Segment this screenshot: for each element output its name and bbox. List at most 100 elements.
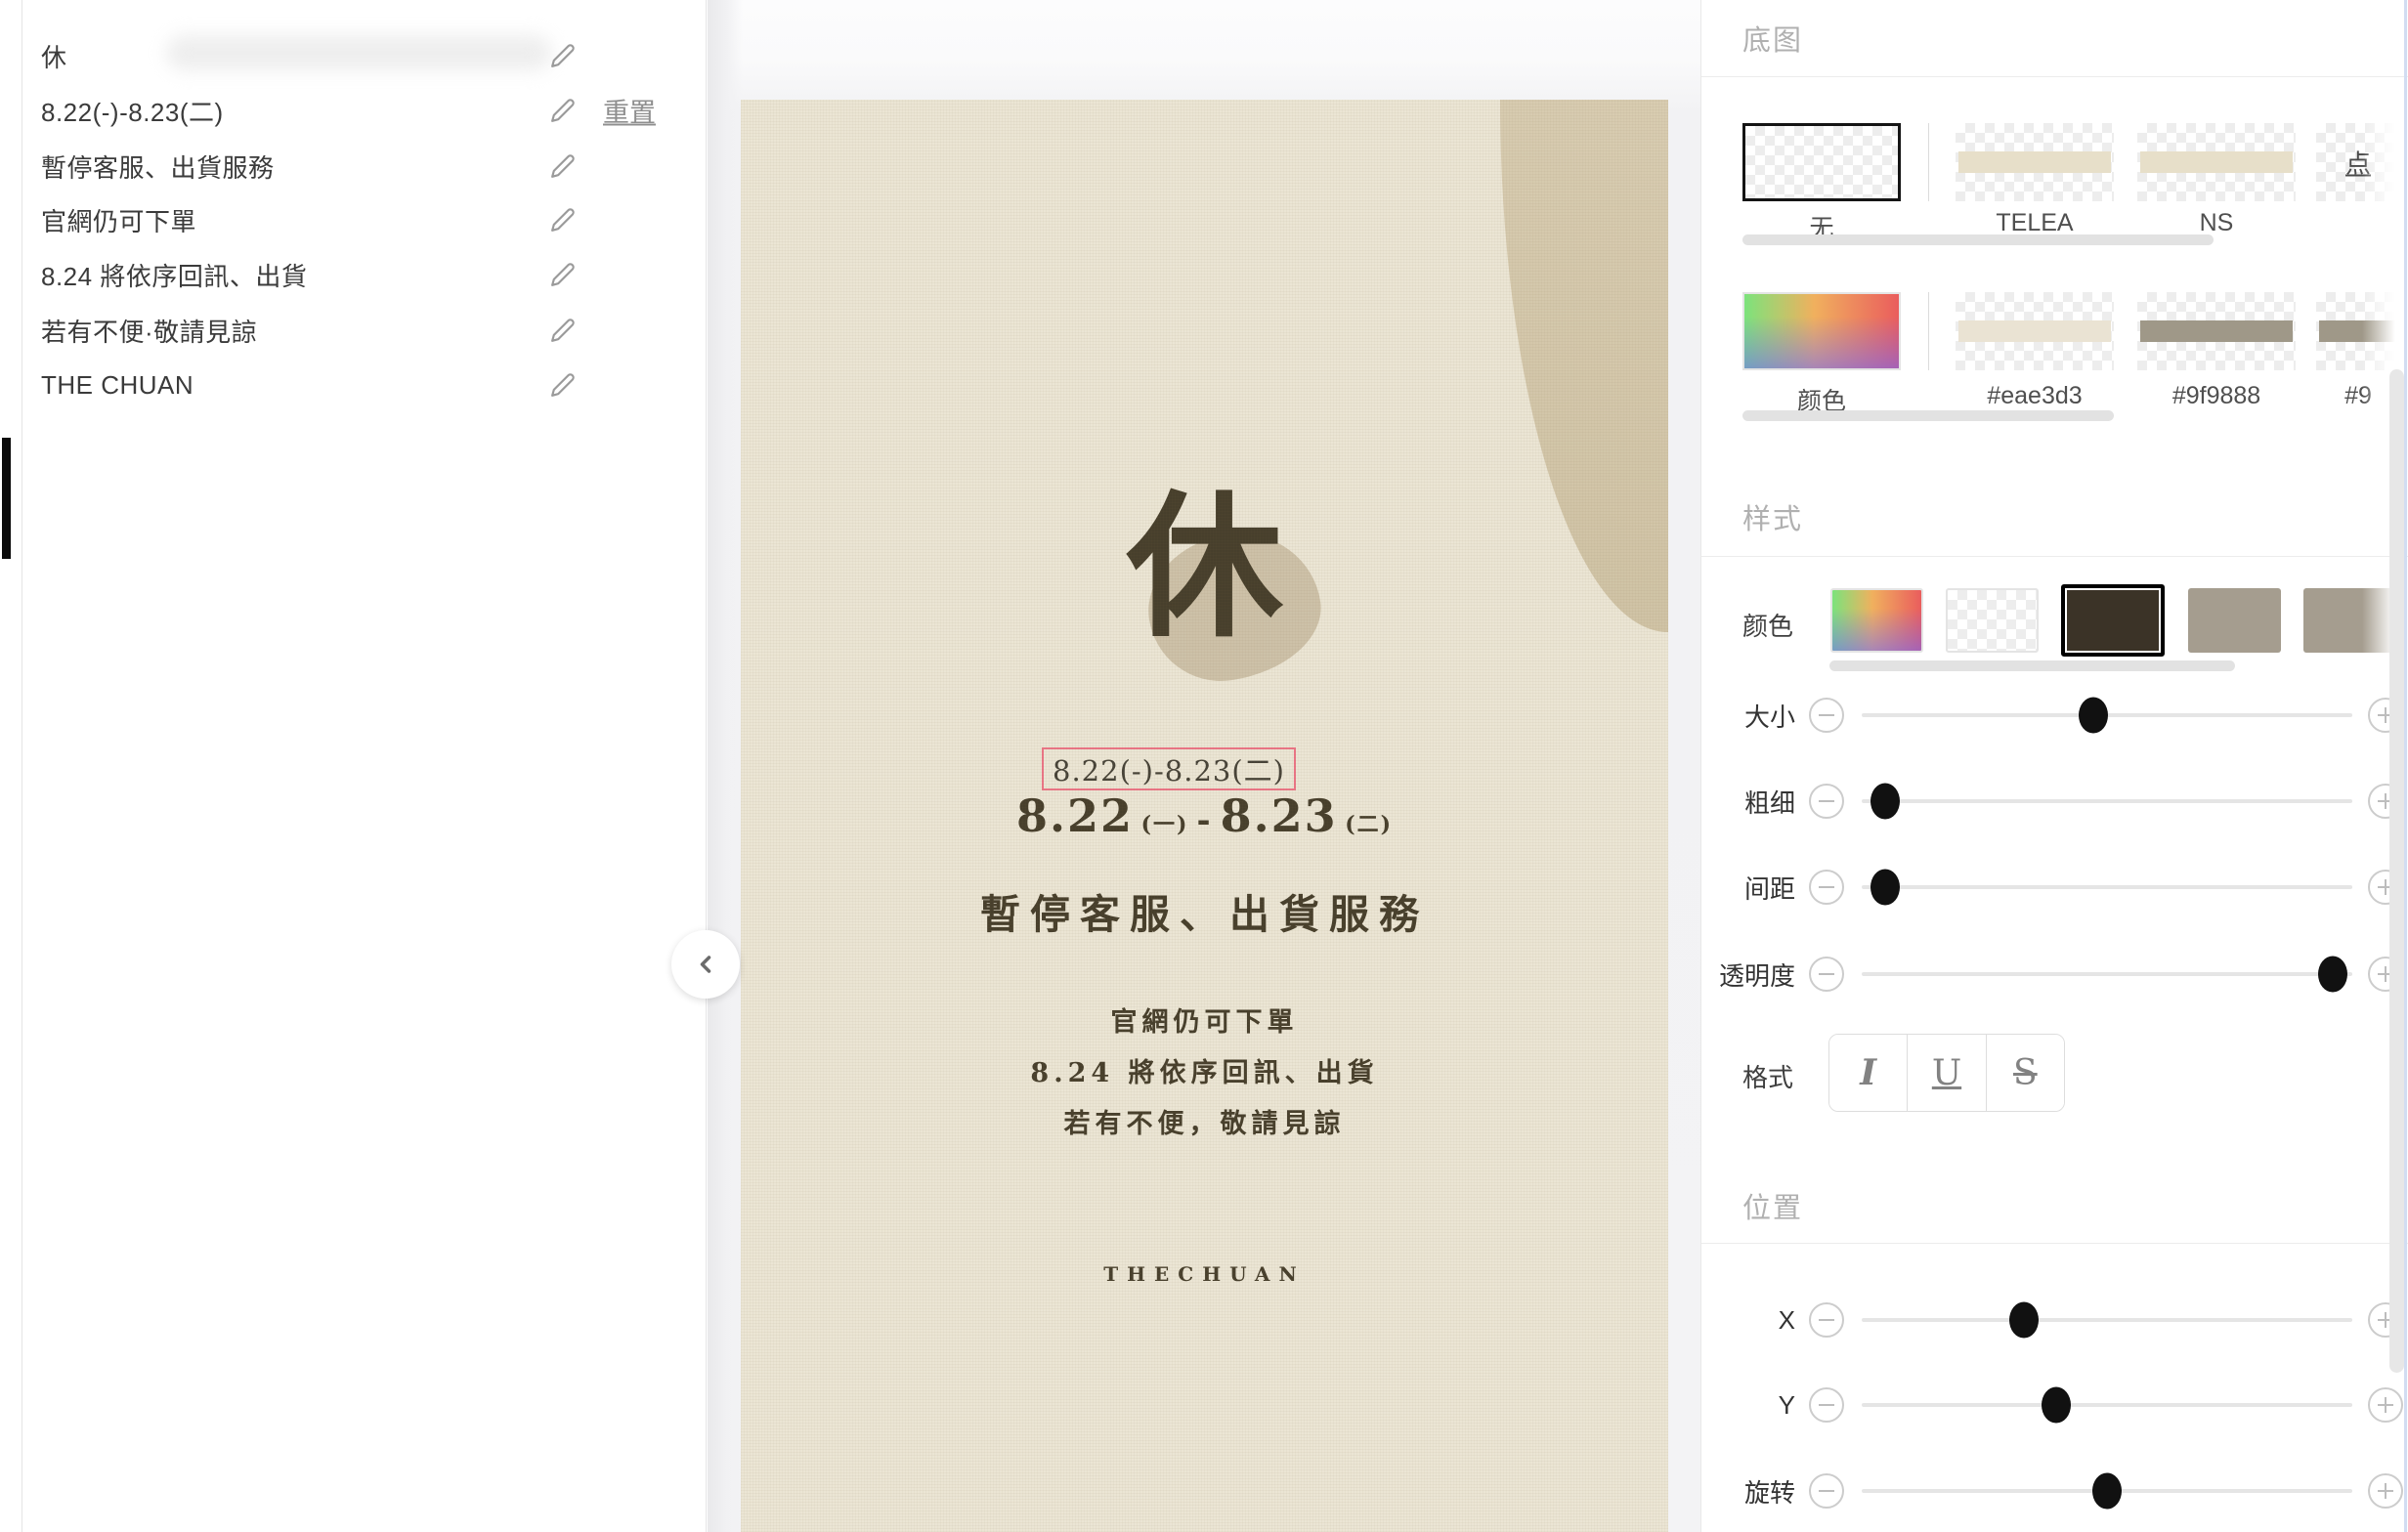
base-row1-scrollbar[interactable]	[1742, 234, 2214, 245]
section-divider	[1701, 76, 2408, 77]
canvas-area: 休 8.22(-)-8.23(二) 8.22 (一)-8.23 (二) 暫停客服…	[708, 0, 1700, 1532]
slider-track[interactable]	[1862, 1489, 2352, 1493]
slider-row-weight: 粗细	[1701, 782, 2408, 821]
minus-button[interactable]	[1809, 957, 1844, 992]
minus-icon	[1819, 1404, 1834, 1406]
weekday-end: (二)	[1345, 812, 1393, 837]
poster-headline[interactable]: 暫停客服、出貨服務	[741, 881, 1668, 940]
slider-knob[interactable]	[1870, 784, 1900, 820]
text-color-swatch[interactable]	[2303, 588, 2396, 653]
italic-button[interactable]: I	[1829, 1035, 1907, 1111]
slider-label: X	[1701, 1305, 1795, 1336]
inpaint-preview-strip	[1958, 151, 2111, 173]
text-layer-label: 8.24 將依序回訊、出貨	[41, 257, 307, 293]
plus-button[interactable]	[2368, 1473, 2403, 1509]
base-option-none[interactable]	[1742, 123, 1901, 201]
minus-icon	[1819, 1319, 1834, 1321]
text-color-swatch[interactable]	[2188, 588, 2281, 653]
slider-row-rotate: 旋转	[1701, 1471, 2408, 1511]
slider-track[interactable]	[1862, 1318, 2352, 1322]
edit-pencil-icon[interactable]	[550, 262, 576, 287]
selected-text-highlight-box[interactable]: 8.22(-)-8.23(二)	[1042, 747, 1296, 790]
base-option-telea[interactable]	[1956, 123, 2114, 201]
minus-icon	[1819, 714, 1834, 716]
slider-track[interactable]	[1862, 972, 2352, 976]
slider-label: 间距	[1701, 870, 1795, 906]
plus-icon-bar	[2385, 793, 2386, 809]
edit-pencil-icon[interactable]	[550, 153, 576, 179]
edit-pencil-icon[interactable]	[550, 98, 576, 123]
slider-track[interactable]	[1862, 885, 2352, 889]
slider-knob[interactable]	[2009, 1302, 2039, 1339]
base-option-color-eae3d3[interactable]	[1956, 292, 2114, 370]
left-scrollbar-thumb[interactable]	[2, 438, 11, 559]
poster-subline[interactable]: 若有不便，敬請見諒	[741, 1102, 1668, 1140]
text-layer-row: 暫停客服、出貨服務	[41, 139, 686, 193]
text-layer-label: 8.22(-)-8.23(二)	[41, 93, 224, 129]
collapse-panel-button[interactable]	[671, 930, 740, 999]
slider-knob[interactable]	[2318, 957, 2347, 993]
base-option-upload[interactable]: 点	[2316, 123, 2408, 201]
format-button-group: I U S	[1828, 1034, 2065, 1112]
text-color-picker-swatch[interactable]	[1830, 588, 1923, 653]
minus-button[interactable]	[1809, 1473, 1844, 1509]
edit-pencil-icon[interactable]	[550, 43, 576, 68]
edit-pencil-icon[interactable]	[550, 318, 576, 343]
plus-icon-bar	[2385, 879, 2386, 895]
weekday-start: (一)	[1141, 812, 1189, 837]
plus-button[interactable]	[2368, 1387, 2403, 1423]
poster-date-line[interactable]: 8.22 (一)-8.23 (二)	[741, 789, 1668, 842]
base-option-color-9f9888[interactable]	[2137, 292, 2296, 370]
minus-button[interactable]	[1809, 784, 1844, 819]
strikethrough-button[interactable]: S	[1986, 1035, 2064, 1111]
base-option-label: NS	[2200, 209, 2234, 237]
minus-button[interactable]	[1809, 870, 1844, 905]
plus-icon-bar	[2385, 1483, 2386, 1499]
text-layer-label: 官網仍可下單	[41, 202, 196, 238]
minus-button[interactable]	[1809, 1302, 1844, 1338]
thumb-separator	[1928, 123, 1929, 201]
slider-row-y: Y	[1701, 1385, 2408, 1425]
edit-pencil-icon[interactable]	[550, 207, 576, 233]
panel-edge-line	[2404, 0, 2407, 1532]
base-option-color-picker[interactable]	[1742, 292, 1901, 370]
slider-knob[interactable]	[2079, 698, 2108, 734]
edit-pencil-icon[interactable]	[550, 372, 576, 398]
minus-button[interactable]	[1809, 698, 1844, 733]
slider-row-opacity: 透明度	[1701, 955, 2408, 994]
poster-subline[interactable]: 官網仍可下單	[741, 1000, 1668, 1039]
slider-knob[interactable]	[2092, 1473, 2122, 1510]
thumb-separator	[1928, 292, 1929, 370]
minus-icon	[1819, 973, 1834, 975]
slider-track[interactable]	[1862, 1403, 2352, 1407]
text-layer-row: 休	[41, 28, 686, 83]
slider-row-spacing: 间距	[1701, 868, 2408, 907]
slider-track[interactable]	[1862, 799, 2352, 803]
poster-canvas[interactable]: 休 8.22(-)-8.23(二) 8.22 (一)-8.23 (二) 暫停客服…	[741, 100, 1668, 1532]
reset-link[interactable]: 重置	[603, 92, 656, 130]
slider-label: 旋转	[1701, 1473, 1795, 1510]
upload-link-partial[interactable]: 点	[2345, 145, 2371, 181]
underline-button[interactable]: U	[1907, 1035, 1985, 1111]
slider-knob[interactable]	[1870, 870, 1900, 906]
minus-button[interactable]	[1809, 1387, 1844, 1423]
text-color-swatch-selected[interactable]	[2061, 584, 2165, 657]
minus-icon	[1819, 1490, 1834, 1492]
base-option-label: TELEA	[1996, 209, 2073, 237]
plus-icon-bar	[2385, 1397, 2386, 1413]
minus-icon	[1819, 886, 1834, 888]
poster-brand[interactable]: THECHUAN	[741, 1262, 1668, 1286]
base-option-ns[interactable]	[2137, 123, 2296, 201]
panel-scrollbar-thumb[interactable]	[2389, 369, 2404, 1373]
base-option-color-partial[interactable]	[2316, 292, 2408, 370]
text-layer-row: 8.24 將依序回訊、出貨	[41, 247, 686, 302]
poster-subline[interactable]: 8.24 將依序回訊、出貨	[741, 1051, 1668, 1089]
slider-label: 粗细	[1701, 784, 1795, 820]
minus-icon	[1819, 800, 1834, 802]
color-row-scrollbar[interactable]	[1829, 660, 2235, 671]
slider-knob[interactable]	[2042, 1387, 2071, 1424]
base-row2-scrollbar[interactable]	[1742, 410, 2114, 421]
poster-hero-char[interactable]: 休	[741, 489, 1668, 645]
slider-track[interactable]	[1862, 713, 2352, 717]
text-color-transparent-swatch[interactable]	[1946, 588, 2039, 653]
